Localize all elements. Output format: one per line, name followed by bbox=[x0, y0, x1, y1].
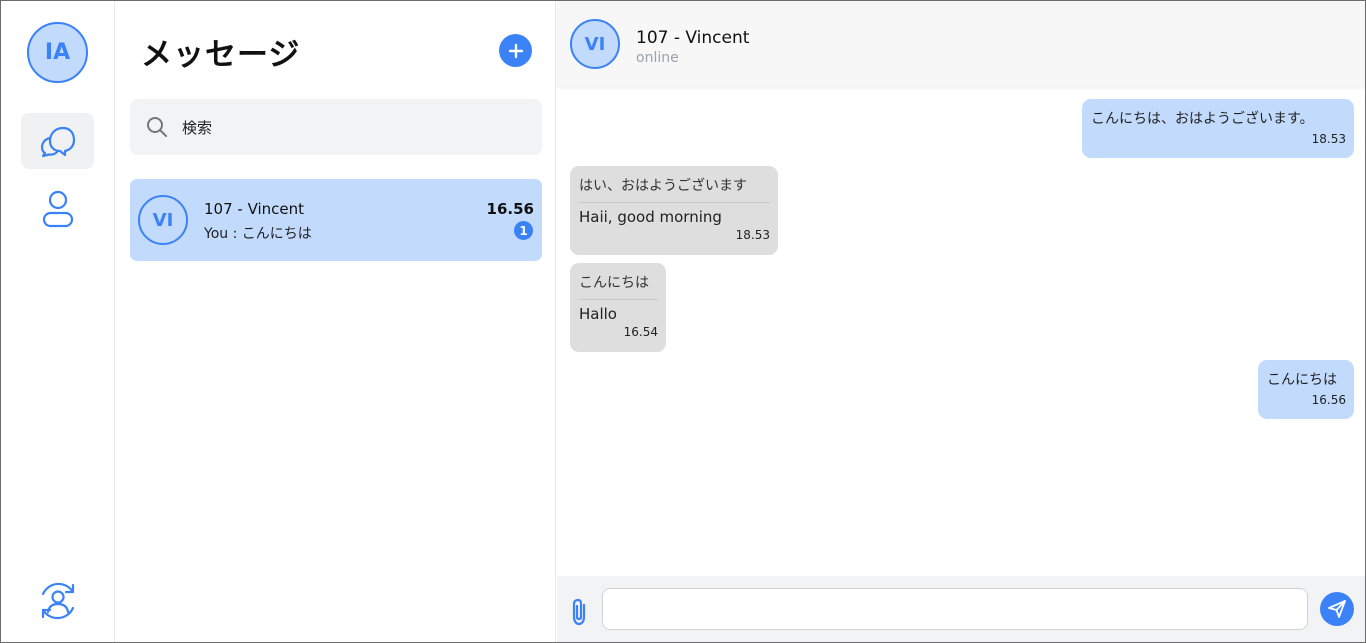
nav-chats-button[interactable] bbox=[21, 113, 94, 169]
message-original-text: はい、おはようございます bbox=[579, 175, 770, 203]
nav-rail: IA bbox=[1, 1, 115, 642]
user-icon bbox=[42, 190, 73, 228]
send-icon bbox=[1328, 600, 1346, 618]
paperclip-icon bbox=[572, 598, 586, 626]
contact-name: 107 - Vincent bbox=[204, 200, 305, 218]
search-input[interactable]: 検索 bbox=[130, 99, 542, 155]
attach-button[interactable] bbox=[569, 598, 591, 630]
message-text: こんにちは bbox=[1267, 372, 1337, 388]
chat-header: VI 107 - Vincent online bbox=[557, 1, 1365, 87]
message-bubble-incoming: はい、おはようございます Haii, good morning 18.53 bbox=[570, 166, 778, 255]
last-message-preview: You : こんにちは bbox=[204, 226, 312, 242]
send-button[interactable] bbox=[1320, 592, 1354, 626]
message-time: 16.54 bbox=[623, 325, 658, 339]
user-switch-icon bbox=[41, 582, 74, 620]
message-text: こんにちは、おはようございます。 bbox=[1091, 111, 1314, 127]
contact-avatar: VI bbox=[138, 195, 188, 245]
chat-contact-status: online bbox=[636, 50, 679, 66]
conversation-item[interactable]: VI 107 - Vincent You : こんにちは 16.56 1 bbox=[130, 179, 542, 261]
new-conversation-button[interactable] bbox=[499, 34, 532, 67]
chat-panel: VI 107 - Vincent online こんにちは、おはようございます。… bbox=[557, 1, 1365, 642]
chat-contact-name: 107 - Vincent bbox=[636, 28, 750, 48]
message-time: 18.53 bbox=[1311, 132, 1346, 146]
chat-bubbles-icon bbox=[40, 126, 75, 158]
nav-contacts-button[interactable] bbox=[21, 181, 94, 237]
message-translation: Haii, good morning bbox=[579, 208, 722, 226]
message-original-text: こんにちは bbox=[579, 272, 658, 300]
message-bubble-incoming: こんにちは Hallo 16.54 bbox=[570, 263, 666, 352]
plus-icon bbox=[508, 43, 523, 58]
message-composer bbox=[557, 576, 1365, 642]
current-user-avatar[interactable]: IA bbox=[27, 22, 88, 83]
switch-account-button[interactable] bbox=[21, 573, 94, 629]
message-bubble-outgoing: こんにちは 16.56 bbox=[1258, 360, 1354, 419]
search-icon bbox=[147, 117, 167, 137]
chat-contact-avatar[interactable]: VI bbox=[570, 19, 620, 69]
message-bubble-outgoing: こんにちは、おはようございます。 18.53 bbox=[1082, 99, 1354, 158]
message-translation: Hallo bbox=[579, 305, 617, 323]
last-message-time: 16.56 bbox=[486, 200, 534, 218]
search-placeholder: 検索 bbox=[182, 118, 213, 137]
conversation-panel: メッセージ 検索 VI 107 - Vincent You : こんにちは 16… bbox=[116, 1, 556, 642]
message-time: 16.56 bbox=[1311, 393, 1346, 407]
messenger-app: IA メッセージ 検索 VI 107 - Vincent You: こんにちは… bbox=[0, 0, 1366, 643]
page-title: メッセージ bbox=[141, 37, 301, 73]
message-time: 18.53 bbox=[735, 228, 770, 242]
unread-badge: 1 bbox=[514, 221, 533, 240]
message-input[interactable] bbox=[602, 588, 1308, 630]
